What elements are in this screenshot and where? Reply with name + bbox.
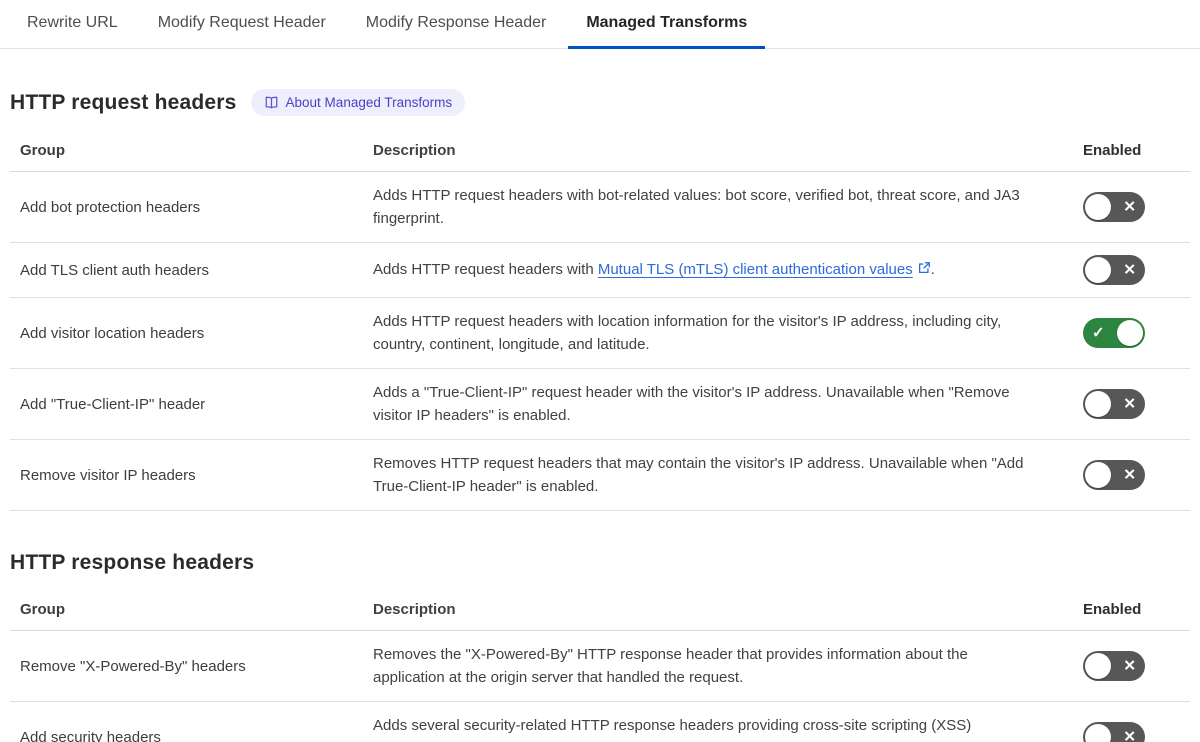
toggle-state-icon bbox=[1123, 659, 1136, 674]
request-headers-title: HTTP request headers bbox=[10, 90, 237, 114]
toggle-add-security-headers[interactable] bbox=[1083, 722, 1145, 742]
about-badge-label: About Managed Transforms bbox=[285, 95, 453, 110]
toggle-state-icon bbox=[1123, 397, 1136, 412]
toggle-state-icon bbox=[1123, 200, 1136, 215]
tab-managed-transforms[interactable]: Managed Transforms bbox=[568, 0, 766, 49]
toggle-state-icon bbox=[1123, 468, 1136, 483]
request-headers-table: Group Description Enabled Add bot protec… bbox=[10, 130, 1190, 511]
row-description: Adds HTTP request headers with Mutual TL… bbox=[373, 246, 1060, 294]
row-description: Adds a "True-Client-IP" request header w… bbox=[373, 384, 1010, 424]
row-group-label: Add "True-Client-IP" header bbox=[20, 395, 206, 413]
tab-modify-request-header[interactable]: Modify Request Header bbox=[140, 0, 344, 49]
column-header-group: Group bbox=[20, 142, 65, 159]
description-prefix: Adds HTTP request headers with bbox=[373, 261, 598, 278]
table-row: Add security headers Adds several securi… bbox=[10, 702, 1190, 742]
toggle-state-icon bbox=[1123, 263, 1136, 278]
toggle-add-bot-protection-headers[interactable] bbox=[1083, 192, 1145, 222]
column-header-enabled: Enabled bbox=[1083, 142, 1142, 159]
table-row: Remove visitor IP headers Removes HTTP r… bbox=[10, 440, 1190, 511]
row-group-label: Remove "X-Powered-By" headers bbox=[20, 657, 246, 675]
response-headers-title: HTTP response headers bbox=[10, 551, 255, 574]
row-group-label: Remove visitor IP headers bbox=[20, 466, 196, 484]
response-table-header-row: Group Description Enabled bbox=[10, 589, 1190, 631]
row-group-label: Add TLS client auth headers bbox=[20, 261, 210, 279]
row-description: Removes HTTP request headers that may co… bbox=[373, 455, 1024, 495]
row-group-label: Add bot protection headers bbox=[20, 198, 201, 216]
response-headers-table: Group Description Enabled Remove "X-Powe… bbox=[10, 589, 1190, 742]
toggle-add-tls-client-auth-headers[interactable] bbox=[1083, 255, 1145, 285]
row-group-label: Add visitor location headers bbox=[20, 324, 205, 342]
row-description: Adds HTTP request headers with bot-relat… bbox=[373, 187, 1020, 227]
column-header-description: Description bbox=[373, 142, 456, 159]
toggle-knob bbox=[1085, 724, 1111, 742]
toggle-state-icon bbox=[1092, 326, 1105, 341]
external-link-icon bbox=[917, 259, 931, 282]
about-managed-transforms-badge[interactable]: About Managed Transforms bbox=[250, 89, 466, 116]
tab-rewrite-url[interactable]: Rewrite URL bbox=[9, 0, 136, 49]
toggle-remove-x-powered-by-headers[interactable] bbox=[1083, 651, 1145, 681]
toggle-knob bbox=[1085, 391, 1111, 417]
toggle-knob bbox=[1085, 462, 1111, 488]
toggle-knob bbox=[1085, 653, 1111, 679]
toggle-state-icon bbox=[1123, 730, 1136, 742]
toggle-knob bbox=[1085, 194, 1111, 220]
column-header-group: Group bbox=[20, 601, 65, 618]
transform-rules-tabbar: Rewrite URL Modify Request Header Modify… bbox=[0, 0, 1200, 49]
toggle-add-true-client-ip-header[interactable] bbox=[1083, 389, 1145, 419]
table-row: Remove "X-Powered-By" headers Removes th… bbox=[10, 631, 1190, 702]
row-group-label: Add security headers bbox=[20, 728, 161, 742]
row-description: Adds HTTP request headers with location … bbox=[373, 313, 1002, 353]
tab-modify-response-header[interactable]: Modify Response Header bbox=[348, 0, 565, 49]
toggle-add-visitor-location-headers[interactable] bbox=[1083, 318, 1145, 348]
table-row: Add "True-Client-IP" header Adds a "True… bbox=[10, 369, 1190, 440]
mtls-docs-link[interactable]: Mutual TLS (mTLS) client authentication … bbox=[598, 261, 913, 278]
row-description: Removes the "X-Powered-By" HTTP response… bbox=[373, 646, 968, 686]
column-header-enabled: Enabled bbox=[1083, 601, 1142, 618]
description-suffix: . bbox=[930, 261, 935, 278]
table-row: Add visitor location headers Adds HTTP r… bbox=[10, 298, 1190, 369]
table-row: Add bot protection headers Adds HTTP req… bbox=[10, 172, 1190, 243]
toggle-remove-visitor-ip-headers[interactable] bbox=[1083, 460, 1145, 490]
column-header-description: Description bbox=[373, 601, 456, 618]
request-table-header-row: Group Description Enabled bbox=[10, 130, 1190, 172]
toggle-knob bbox=[1085, 257, 1111, 283]
table-row: Add TLS client auth headers Adds HTTP re… bbox=[10, 243, 1190, 298]
toggle-knob bbox=[1117, 320, 1143, 346]
book-icon bbox=[264, 95, 279, 110]
row-description: Adds several security-related HTTP respo… bbox=[373, 717, 972, 742]
